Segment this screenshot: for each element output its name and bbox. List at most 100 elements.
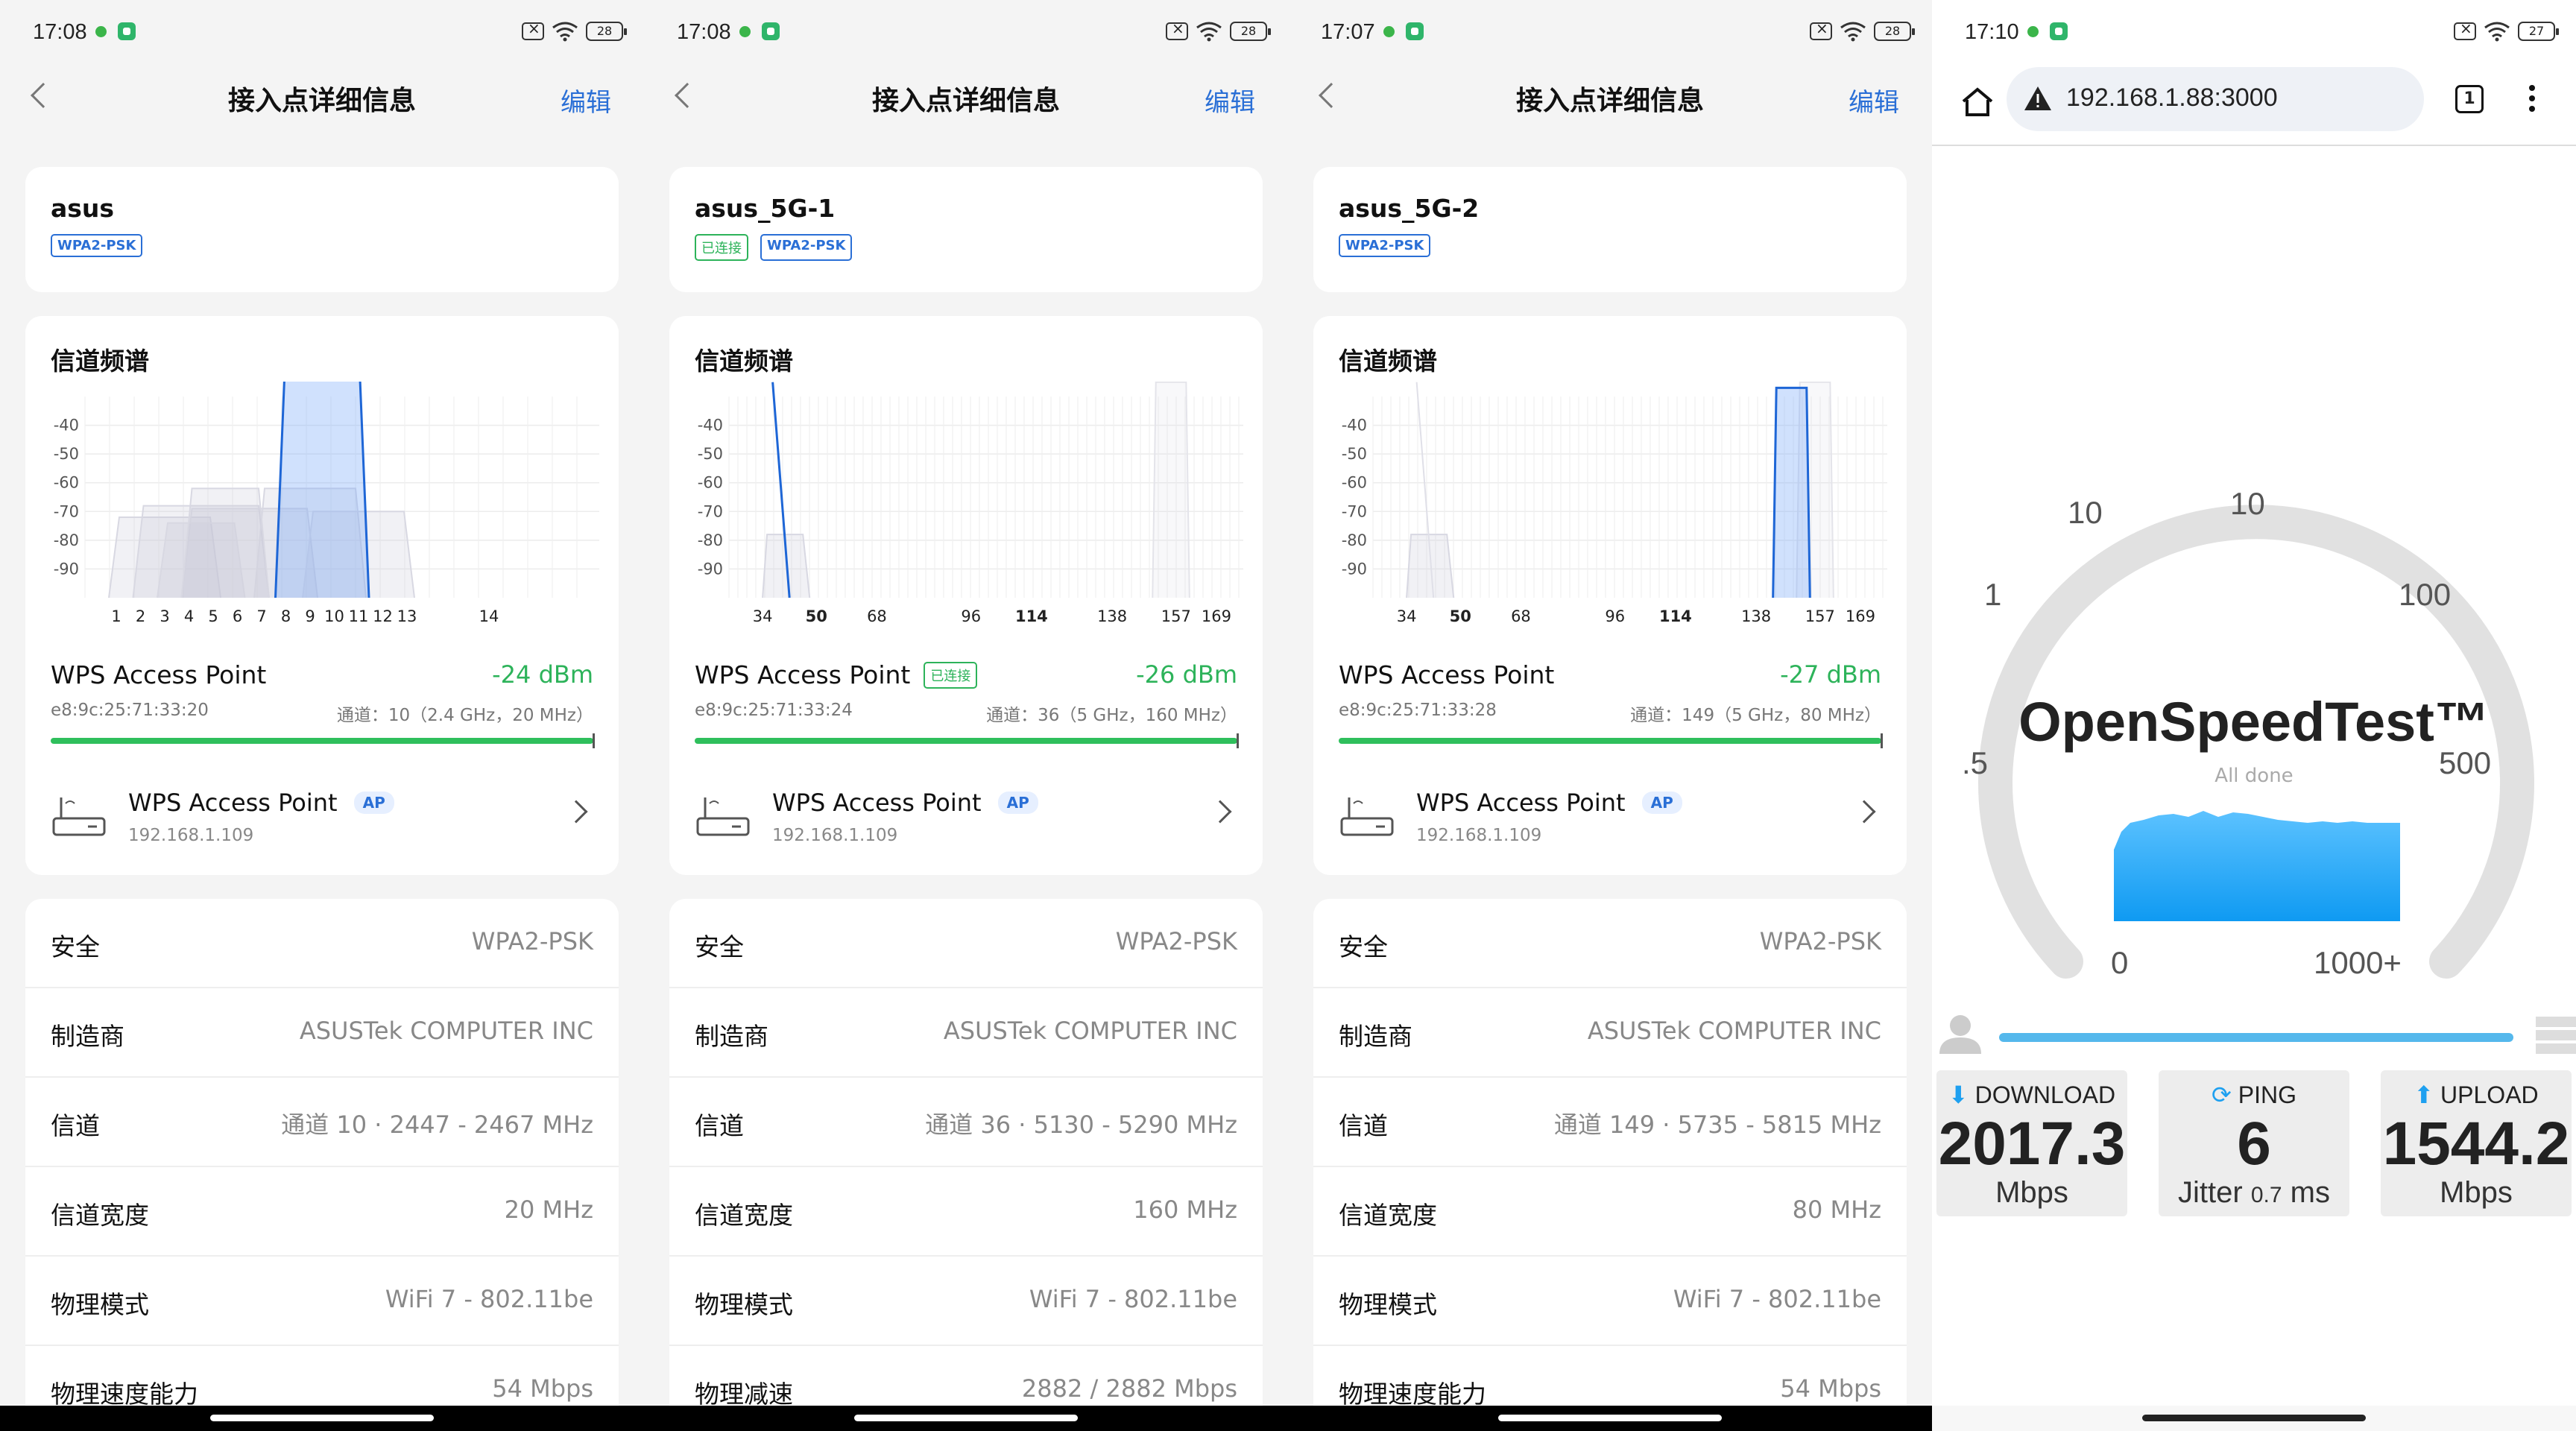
y-tick-label: -70 (54, 502, 79, 520)
info-key: 制造商 (695, 1022, 768, 1051)
ap-detail-link[interactable]: WPS Access Point AP (1416, 789, 1682, 817)
home-indicator[interactable] (2142, 1415, 2366, 1421)
phone-screen: 17:07 28 接入点详细信息 编辑 asus_5G-2 WPA2-PSK 信… (1288, 0, 1932, 1431)
home-icon[interactable] (1959, 83, 1996, 121)
details-card: 安全 WPA2-PSK 制造商 ASUSTek COMPUTER INC 信道 … (669, 899, 1263, 1431)
status-time: 17:07 (1321, 20, 1375, 44)
ping-unit: ms (2290, 1176, 2330, 1209)
ping-refresh-icon: ⟳ (2212, 1081, 2232, 1108)
status-bar: 17:08 28 (644, 0, 1288, 66)
info-row: 安全 WPA2-PSK (669, 899, 1263, 988)
ap-badge: AP (1641, 792, 1682, 814)
edit-button[interactable]: 编辑 (1205, 82, 1255, 119)
ip-address: 192.168.1.109 (128, 826, 254, 845)
upload-arrow-icon: ⬆ (2414, 1081, 2434, 1108)
sim-off-icon (2454, 19, 2476, 40)
y-tick-label: -80 (1342, 531, 1367, 549)
info-row: 安全 WPA2-PSK (25, 899, 619, 988)
channel-info: 通道：36（5 GHz，160 MHz） (986, 706, 1237, 725)
speed-graph (2114, 811, 2400, 921)
home-indicator[interactable] (210, 1415, 434, 1421)
y-tick-label: -90 (698, 560, 723, 578)
warning-icon (2024, 86, 2051, 110)
sim-off-icon (1810, 19, 1832, 40)
details-card: 安全 WPA2-PSK 制造商 ASUSTek COMPUTER INC 信道 … (1313, 899, 1907, 1431)
header: 接入点详细信息 编辑 (1288, 66, 1932, 133)
x-tick-label: 169 (1846, 607, 1875, 625)
info-key: 制造商 (51, 1022, 124, 1051)
info-value: 通道 10 · 2447 - 2467 MHz (281, 1111, 593, 1139)
x-tick-label: 50 (1450, 607, 1471, 625)
security-tag: WPA2-PSK (51, 234, 143, 257)
info-value: 通道 149 · 5735 - 5815 MHz (1553, 1111, 1881, 1139)
channel-info: 通道：149（5 GHz，80 MHz） (1630, 706, 1881, 725)
edit-button[interactable]: 编辑 (561, 82, 611, 119)
info-value: ASUSTek COMPUTER INC (943, 1017, 1237, 1045)
download-arrow-icon: ⬇ (1948, 1081, 1969, 1108)
test-status: All done (2214, 765, 2294, 787)
tab-switcher-button[interactable]: 1 (2455, 85, 2484, 113)
mac-address: e8:9c:25:71:33:20 (51, 701, 209, 720)
status-bar: 17:08 28 (0, 0, 644, 66)
info-row: 物理模式 WiFi 7 - 802.11be (1313, 1257, 1907, 1346)
signal-strength: -24 dBm (492, 660, 593, 689)
x-tick-label: 9 (305, 607, 315, 625)
download-unit: Mbps (1995, 1176, 2068, 1209)
other-network-area (180, 487, 270, 598)
header: 接入点详细信息 编辑 (0, 66, 644, 133)
app-notification-icon (2050, 22, 2068, 40)
upload-stat: ⬆ UPLOAD 1544.2 Mbps (2381, 1070, 2572, 1216)
home-indicator[interactable] (1498, 1415, 1722, 1421)
gesture-bar (1288, 1406, 1932, 1431)
y-tick-label: -70 (698, 502, 723, 520)
phone-screen: 17:08 28 接入点详细信息 编辑 asus WPA2-PSK 信道频谱 -… (0, 0, 644, 1431)
info-key: 物理速度能力 (1339, 1380, 1486, 1409)
security-tag: WPA2-PSK (1339, 234, 1431, 257)
battery-icon: 28 (586, 22, 627, 41)
upload-unit: Mbps (2440, 1176, 2513, 1209)
x-tick-label: 14 (479, 607, 499, 625)
info-key: 物理速度能力 (51, 1380, 198, 1409)
status-time: 17:08 (677, 20, 731, 44)
section-title: 信道频谱 (51, 347, 149, 376)
home-indicator[interactable] (854, 1415, 1078, 1421)
ssid-card: asus_5G-2 WPA2-PSK (1313, 167, 1907, 292)
status-bar: 17:07 28 (1288, 0, 1932, 66)
more-menu-icon[interactable] (2528, 82, 2536, 119)
gauge-label: 1 (1984, 577, 2002, 612)
ssid-card: asus WPA2-PSK (25, 167, 619, 292)
page-title: 接入点详细信息 (227, 86, 416, 116)
x-tick-label: 4 (184, 607, 194, 625)
chevron-right-icon[interactable] (1208, 800, 1232, 824)
ip-address: 192.168.1.109 (1416, 826, 1542, 845)
x-tick-label: 7 (256, 607, 266, 625)
info-value: ASUSTek COMPUTER INC (1587, 1017, 1881, 1045)
info-row: 信道宽度 80 MHz (1313, 1167, 1907, 1257)
signal-bar (1339, 733, 1883, 748)
address-bar[interactable]: 192.168.1.88:3000 (2007, 67, 2424, 131)
y-tick-label: -90 (54, 560, 79, 578)
ap-row-name: WPS Access Point (1416, 789, 1626, 817)
chevron-right-icon[interactable] (1852, 800, 1876, 824)
ap-detail-link[interactable]: WPS Access Point AP (128, 789, 394, 817)
info-key: 信道 (51, 1111, 100, 1140)
info-row: 信道 通道 36 · 5130 - 5290 MHz (669, 1078, 1263, 1167)
x-tick-label: 157 (1805, 607, 1835, 625)
edit-button[interactable]: 编辑 (1849, 82, 1899, 119)
selected-network-area (1772, 386, 1811, 598)
download-label: DOWNLOAD (1974, 1081, 2116, 1108)
info-row: 物理模式 WiFi 7 - 802.11be (25, 1257, 619, 1346)
security-tag: WPA2-PSK (760, 234, 853, 261)
info-value: WiFi 7 - 802.11be (1673, 1285, 1881, 1313)
x-tick-label: 68 (1511, 607, 1531, 625)
x-tick-label: 1 (111, 607, 121, 625)
info-value: 2882 / 2882 Mbps (1021, 1374, 1237, 1403)
mac-address: e8:9c:25:71:33:28 (1339, 701, 1497, 720)
ap-detail-link[interactable]: WPS Access Point AP (772, 789, 1038, 817)
channel-spectrum-chart: -40 -50 -60 -70 -80 -90 34 50 68 96 114 138 157 169 (698, 382, 1243, 625)
ap-row-name: WPS Access Point (772, 789, 982, 817)
info-value: 通道 36 · 5130 - 5290 MHz (925, 1111, 1237, 1139)
chevron-right-icon[interactable] (564, 800, 588, 824)
page-title: 接入点详细信息 (1515, 86, 1704, 116)
wifi-icon (1840, 21, 1866, 42)
